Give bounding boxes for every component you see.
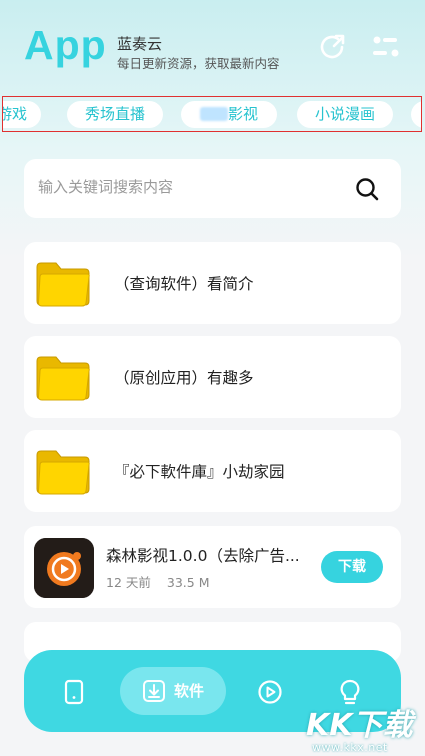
watermark-logo: KK下载: [306, 708, 413, 743]
tab-games[interactable]: 游戏: [3, 101, 41, 128]
nav-software-label: 软件: [174, 682, 205, 700]
list-item-folder[interactable]: 『必下軟件庫』小劫家园: [24, 430, 401, 512]
nav-video[interactable]: [250, 672, 290, 712]
search-bar: [24, 159, 401, 218]
download-button[interactable]: 下载: [321, 551, 383, 583]
watermark-url: www.kkx.net: [312, 741, 388, 754]
app-age: 12 天前: [106, 575, 151, 590]
phone-icon: [64, 679, 84, 705]
tab-label: 游戏: [3, 105, 27, 123]
app-icon: [34, 538, 94, 598]
download-box-icon: [143, 680, 165, 702]
settings-sliders-icon[interactable]: [370, 31, 402, 63]
list-item-app[interactable]: 森林影视1.0.0（去除广告... 12 天前 33.5 M 下载: [24, 526, 401, 608]
tab-label: 小说漫画: [314, 105, 375, 123]
tab-video[interactable]: 影视: [181, 101, 277, 128]
app-logo: App: [24, 22, 107, 68]
folder-title: （原创应用）有趣多: [114, 369, 254, 387]
app-title: 森林影视1.0.0（去除广告...: [106, 547, 300, 565]
blurred-text: [199, 107, 228, 121]
tab-novels-comics[interactable]: 小说漫画: [297, 101, 393, 128]
category-tabs: 游戏 秀场直播 影视 小说漫画: [2, 96, 422, 132]
list-item-folder[interactable]: （查询软件）看简介: [24, 242, 401, 324]
tab-more[interactable]: [411, 101, 421, 128]
refresh-icon[interactable]: [316, 31, 348, 63]
tab-label: 秀场直播: [84, 105, 145, 123]
folder-icon: [36, 262, 90, 307]
tab-label: 影视: [227, 105, 258, 123]
folder-icon: [36, 450, 90, 495]
app-name: 蓝奏云: [117, 35, 163, 53]
folder-title: （查询软件）看简介: [114, 275, 254, 293]
nav-phone[interactable]: [54, 672, 94, 712]
app-subtitle: 每日更新资源，获取最新内容: [117, 56, 280, 71]
tab-live-show[interactable]: 秀场直播: [67, 101, 163, 128]
play-circle-icon: [258, 680, 282, 704]
list-item-folder[interactable]: （原创应用）有趣多: [24, 336, 401, 418]
app-meta: 12 天前 33.5 M: [106, 572, 225, 591]
folder-title: 『必下軟件庫』小劫家园: [114, 463, 285, 481]
search-input[interactable]: [36, 177, 340, 197]
search-icon[interactable]: [355, 177, 379, 201]
play-disc-icon: [34, 538, 94, 598]
app-size: 33.5 M: [166, 575, 210, 590]
nav-software[interactable]: 软件: [120, 667, 226, 715]
folder-icon: [36, 356, 90, 401]
